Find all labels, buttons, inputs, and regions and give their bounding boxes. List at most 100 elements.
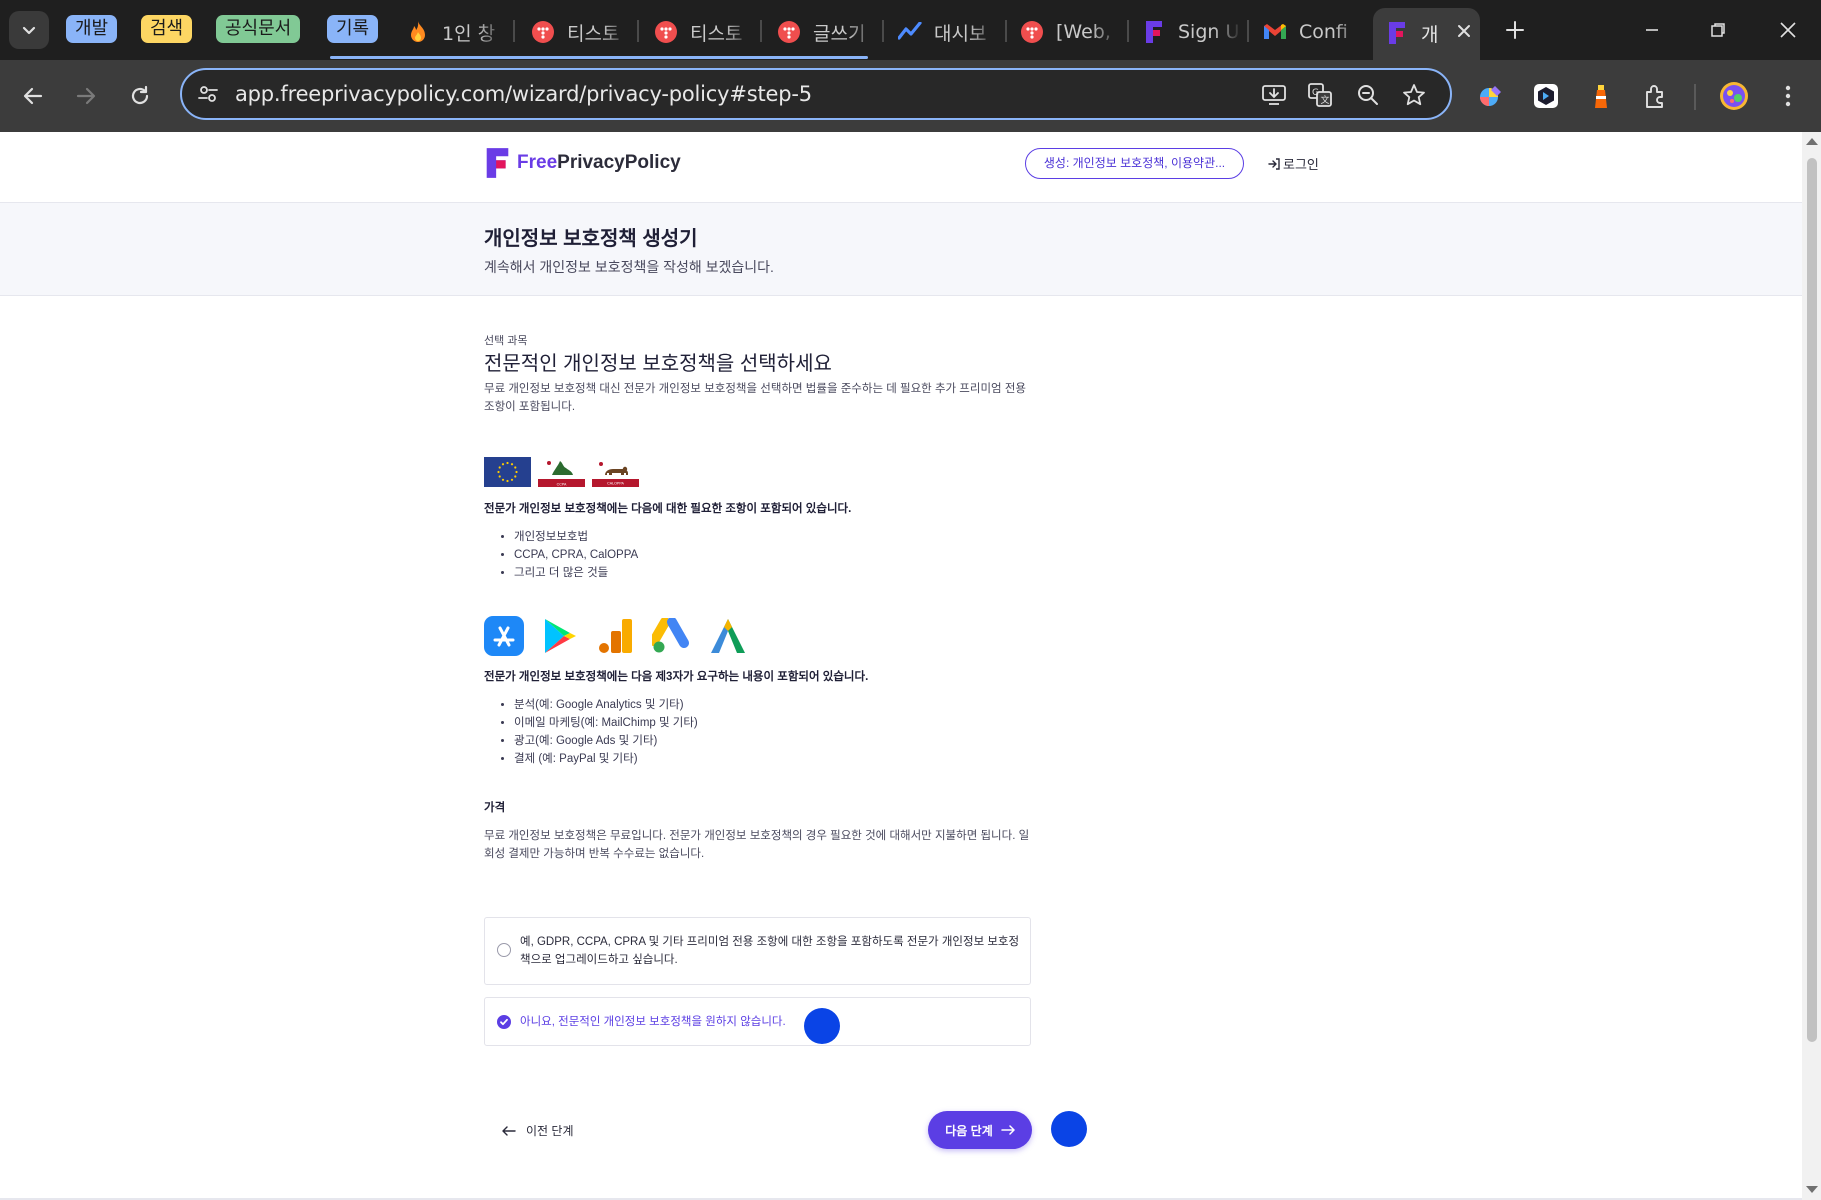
login-icon	[1268, 157, 1280, 170]
address-bar[interactable]: app.freeprivacypolicy.com/wizard/privacy…	[180, 68, 1452, 120]
list-item: 그리고 더 많은 것들	[514, 564, 638, 582]
previous-step-button[interactable]: 이전 단계	[502, 1122, 574, 1139]
tab-group-docs[interactable]: 공식문서	[216, 15, 301, 43]
tistory-icon	[654, 20, 678, 44]
freeprivacypolicy-logo-icon	[486, 148, 509, 178]
arrow-right-icon	[1001, 1125, 1015, 1135]
star-icon[interactable]	[1400, 81, 1428, 109]
third-party-logos	[484, 616, 748, 656]
tab-title: 1인 창	[442, 22, 496, 45]
page-scrollbar[interactable]	[1802, 132, 1821, 1200]
zoom-icon[interactable]	[1354, 81, 1382, 109]
radio-upgrade[interactable]	[497, 943, 511, 957]
close-icon	[1780, 22, 1796, 38]
tab-separator	[1247, 20, 1249, 42]
list-item: 개인정보보호법	[514, 528, 638, 546]
tab[interactable]: 글쓰기	[777, 12, 877, 52]
step-eyebrow: 선택 과목	[484, 335, 528, 347]
tab[interactable]: 티스토	[654, 12, 754, 52]
generate-documents-pill[interactable]: 생성: 개인정보 보호정책, 이용약관...	[1025, 148, 1244, 179]
law-flags: CCPA CALOPPA	[484, 457, 639, 487]
install-app-icon[interactable]	[1260, 81, 1288, 109]
minimize-button[interactable]	[1636, 14, 1668, 46]
lighthouse-extension-icon[interactable]	[1585, 80, 1617, 112]
tistory-icon	[1020, 20, 1044, 44]
list-item: 분석(예: Google Analytics 및 기타)	[514, 696, 698, 714]
tab-separator	[1127, 20, 1129, 42]
ccpa-flag-text: CCPA	[557, 483, 567, 487]
tab-group-search[interactable]: 검색	[141, 15, 193, 43]
new-tab-button[interactable]	[1499, 14, 1531, 46]
page-subtitle: 계속해서 개인정보 보호정책을 작성해 보겠습니다.	[484, 259, 774, 275]
tab-separator	[760, 20, 762, 42]
tab[interactable]: [Web,	[1020, 12, 1120, 52]
tab-group-dev[interactable]: 개발	[66, 15, 118, 43]
active-tab[interactable]: 개	[1373, 8, 1480, 60]
tab[interactable]: 1인 창	[406, 12, 506, 52]
step-heading: 전문적인 개인정보 보호정책을 선택하세요	[484, 353, 832, 375]
tab[interactable]: Sign U	[1142, 12, 1242, 52]
caloppa-flag-text: CALOPPA	[607, 482, 624, 486]
reload-button[interactable]	[120, 76, 160, 116]
login-label: 로그인	[1283, 157, 1319, 172]
laws-intro: 전문가 개인정보 보호정책에는 다음에 대한 필요한 조항이 포함되어 있습니다…	[484, 503, 852, 515]
logo-text: FreePrivacyPolicy	[517, 152, 681, 173]
arrow-left-icon	[502, 1125, 516, 1136]
tab-search-button[interactable]	[9, 11, 49, 49]
menu-kebab-icon[interactable]	[1772, 80, 1804, 112]
tab[interactable]: 대시보	[898, 12, 998, 52]
google-play-icon	[540, 616, 580, 656]
option-upgrade[interactable]: 예, GDPR, CCPA, CPRA 및 기타 프리미엄 전용 조항에 대한 …	[484, 917, 1031, 985]
site-logo[interactable]: FreePrivacyPolicy	[484, 146, 681, 180]
previous-step-label: 이전 단계	[526, 1124, 574, 1138]
scroll-up-icon[interactable]	[1806, 138, 1818, 145]
check-icon	[500, 1018, 508, 1026]
back-button[interactable]	[13, 76, 53, 116]
freeprivacypolicy-icon	[1142, 20, 1166, 44]
profile-avatar[interactable]	[1718, 80, 1750, 112]
tab-title: 티스토	[567, 22, 620, 45]
click-marker	[804, 1008, 840, 1044]
url-text[interactable]: app.freeprivacypolicy.com/wizard/privacy…	[235, 82, 812, 106]
restore-button[interactable]	[1702, 14, 1734, 46]
arrow-left-icon	[23, 87, 43, 105]
extensions-icon[interactable]	[1640, 80, 1672, 112]
dashboard-icon	[898, 20, 922, 44]
site-info-icon[interactable]	[194, 80, 222, 108]
codeium-extension-icon[interactable]	[1530, 80, 1562, 112]
list-item: CCPA, CPRA, CalOPPA	[514, 546, 638, 564]
ccpa-flag-icon: CCPA	[538, 457, 585, 487]
page-title: 개인정보 보호정책 생성기	[484, 228, 698, 250]
list-item: 결제 (예: PayPal 및 기타)	[514, 750, 698, 768]
close-window-button[interactable]	[1772, 14, 1804, 46]
close-icon[interactable]	[1453, 20, 1475, 42]
color-picker-extension-icon[interactable]	[1475, 80, 1507, 112]
forward-button[interactable]	[66, 76, 106, 116]
tab[interactable]: 티스토	[531, 12, 631, 52]
price-title: 가격	[484, 802, 506, 814]
tistory-icon	[531, 20, 555, 44]
translate-icon[interactable]: G文	[1306, 81, 1334, 109]
login-link[interactable]: 로그인	[1268, 154, 1319, 173]
tab[interactable]: Confi	[1263, 12, 1363, 52]
option-decline[interactable]: 아니요, 전문적인 개인정보 보호정책을 원하지 않습니다.	[484, 997, 1031, 1046]
price-text: 무료 개인정보 보호정책은 무료입니다. 전문가 개인정보 보호정책의 경우 필…	[484, 830, 1030, 860]
list-item: 이메일 마케팅(예: MailChimp 및 기타)	[514, 714, 698, 732]
reload-icon	[131, 85, 149, 105]
freeprivacypolicy-icon	[1387, 21, 1407, 50]
browser-toolbar: app.freeprivacypolicy.com/wizard/privacy…	[0, 60, 1821, 132]
chevron-down-icon	[22, 26, 36, 35]
option-upgrade-label: 예, GDPR, CCPA, CPRA 및 기타 프리미엄 전용 조항에 대한 …	[520, 936, 1020, 966]
next-step-button[interactable]: 다음 단계	[928, 1111, 1032, 1149]
scroll-down-icon[interactable]	[1806, 1186, 1818, 1193]
third-party-list: 분석(예: Google Analytics 및 기타) 이메일 마케팅(예: …	[514, 696, 698, 768]
tab-title: Sign U	[1178, 21, 1240, 43]
radio-decline[interactable]	[497, 1015, 511, 1029]
scrollbar-thumb[interactable]	[1807, 158, 1817, 1042]
toolbar-divider	[1694, 84, 1696, 110]
tab-separator	[513, 20, 515, 42]
laws-list: 개인정보보호법 CCPA, CPRA, CalOPPA 그리고 더 많은 것들	[514, 528, 638, 582]
tab-group-records[interactable]: 기록	[327, 15, 379, 43]
google-analytics-icon	[596, 616, 636, 656]
site-header: FreePrivacyPolicy 생성: 개인정보 보호정책, 이용약관...…	[0, 132, 1802, 202]
